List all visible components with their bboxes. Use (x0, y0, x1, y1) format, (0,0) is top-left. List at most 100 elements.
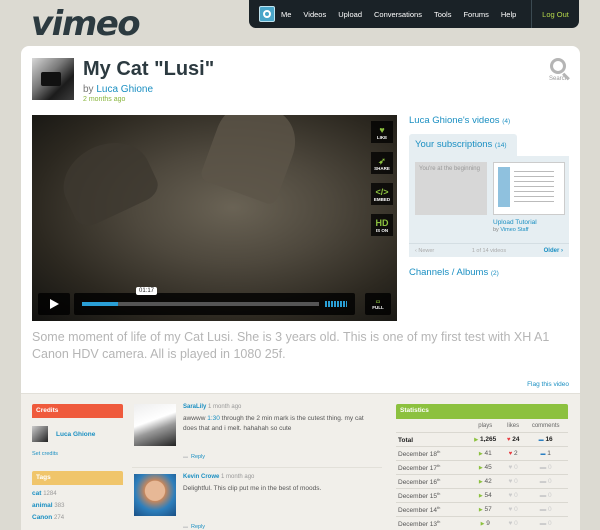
subscription-thumbnail[interactable] (493, 162, 565, 215)
fullscreen-button[interactable]: ▭ FULL (365, 293, 391, 315)
fullscreen-label: FULL (372, 304, 384, 310)
comment-text: Delightful. This clip put me in the best… (183, 484, 379, 494)
author-portrait[interactable] (32, 58, 74, 100)
tag-link[interactable]: cat (32, 490, 41, 497)
play-icon: ▶ (474, 437, 479, 443)
channels-albums-link[interactable]: Channels / Albums (2) (409, 267, 569, 278)
stats-comments: ▬ 1 (523, 446, 568, 461)
stats-date: December 18th (396, 446, 468, 461)
hd-label: HD (375, 217, 389, 228)
comment-text-part: Delightful. This clip put me in the best… (183, 485, 322, 492)
embed-icon: </> (375, 186, 389, 197)
credit-avatar[interactable] (32, 426, 48, 442)
play-icon: ▶ (478, 507, 483, 513)
subscriptions-carousel: You're at the beginning Upload Tutorial … (409, 156, 569, 257)
tags-panel: Tags cat 1284 animal 383 Canon 274 (32, 471, 123, 521)
comment-icon: ▬ (540, 451, 546, 457)
author-videos-label: Luca Ghione's videos (409, 115, 500, 126)
subscription-owner-link[interactable]: Vimeo Staff (500, 227, 528, 233)
statistics-table: plays likes comments Total ▶ 1,265 ♥ 24 ▬ 1… (396, 421, 568, 530)
comment-meta: Kevin Crowe 1 month ago (183, 474, 254, 480)
channels-label: Channels / Albums (409, 267, 489, 278)
stats-plays: ▶ 9 (467, 516, 503, 530)
heart-icon: ♥ (508, 451, 513, 457)
author-videos-link[interactable]: Luca Ghione's videos (4) (409, 115, 569, 126)
nav-help[interactable]: Help (501, 10, 516, 19)
newer-button[interactable]: ‹ Newer (415, 248, 434, 254)
older-button[interactable]: Older › (544, 248, 563, 254)
stats-comments: ▬ 0 (523, 488, 568, 503)
play-icon: ▶ (478, 451, 483, 457)
credit-name-link[interactable]: Luca Ghione (56, 431, 95, 438)
stats-plays: ▶ 54 (467, 488, 503, 503)
share-button[interactable]: ➶ SHARE (371, 152, 393, 174)
logout-link[interactable]: Log Out (531, 0, 579, 28)
play-button[interactable] (38, 293, 70, 315)
stats-plays: ▶ 45 (467, 460, 503, 475)
details-section: Credits Luca Ghione Set credits Tags cat… (21, 393, 580, 530)
like-label: LIKE (376, 134, 388, 140)
subscriptions-tab[interactable]: Your subscriptions (14) (409, 134, 517, 156)
set-credits-link[interactable]: Set credits (32, 451, 123, 457)
search-icon (550, 58, 567, 74)
timecode-link[interactable]: 1:30 (207, 415, 220, 422)
reply-link[interactable]: Reply (183, 524, 205, 530)
stats-col-likes: likes (507, 423, 520, 429)
nav-conversations[interactable]: Conversations (374, 10, 422, 19)
seek-track[interactable] (82, 302, 319, 306)
comments-column: SaraLily 1 month ago awwww 1:30 through … (132, 404, 382, 530)
stats-date: December 16th (396, 474, 468, 489)
stats-row: December 14th ▶ 57 ♥ 0 ▬ 0 (396, 502, 568, 517)
author-link[interactable]: Luca Ghione (96, 84, 153, 95)
nav-upload[interactable]: Upload (338, 10, 362, 19)
credits-header: Credits (32, 404, 123, 418)
commenter-avatar[interactable] (134, 404, 176, 446)
video-page-card: My Cat "Lusi" by Luca Ghione 2 months ag… (21, 46, 580, 530)
related-sidebar: Luca Ghione's videos (4) Your subscripti… (409, 115, 569, 278)
stats-likes: ♥ 0 (502, 502, 524, 517)
tag-item: Canon 274 (32, 514, 123, 521)
commenter-link[interactable]: SaraLily (183, 404, 206, 410)
comment-text-part: awwww (183, 415, 208, 422)
tag-link[interactable]: animal (32, 502, 53, 509)
comment-icon: ▬ (539, 464, 547, 471)
video-player[interactable]: ♥ LIKE ➶ SHARE </> EMBED HD IS ON 01:17 ▭ FUL… (32, 115, 397, 321)
share-icon: ➶ (378, 155, 386, 166)
comment-item: SaraLily 1 month ago awwww 1:30 through … (132, 404, 382, 468)
carousel-start-notice: You're at the beginning (415, 162, 487, 215)
top-nav: Me Videos Upload Conversations Tools For… (249, 0, 579, 28)
search-button[interactable]: Search (549, 58, 568, 82)
stats-plays: ▶ 1,265 (467, 432, 503, 447)
stats-likes: ♥ 0 (502, 474, 524, 489)
nav-me[interactable]: Me (281, 10, 291, 19)
nav-tools[interactable]: Tools (434, 10, 452, 19)
comment-icon: ▬ (538, 437, 544, 443)
subscription-title[interactable]: Upload Tutorial (493, 219, 537, 226)
statistics-rows: Total ▶ 1,265 ♥ 24 ▬ 16 December 18th ▶ 41 ♥ 2… (396, 432, 568, 530)
vimeo-logo[interactable]: vimeo (31, 4, 141, 44)
commenter-avatar[interactable] (134, 474, 176, 516)
flag-video-link[interactable]: Flag this video (527, 381, 569, 388)
statistics-header: Statistics (396, 404, 568, 419)
like-button[interactable]: ♥ LIKE (371, 121, 393, 143)
share-label: SHARE (374, 165, 390, 171)
comment-icon: ▬ (539, 492, 547, 499)
stats-date: Total (396, 432, 468, 447)
reply-link[interactable]: Reply (183, 454, 205, 460)
embed-button[interactable]: </> EMBED (371, 183, 393, 205)
hd-button[interactable]: HD IS ON (371, 214, 393, 236)
stats-row: December 16th ▶ 42 ♥ 0 ▬ 0 (396, 474, 568, 489)
nav-videos[interactable]: Videos (303, 10, 326, 19)
stats-likes: ♥ 2 (502, 446, 524, 461)
tag-link[interactable]: Canon (32, 514, 52, 521)
volume-control[interactable] (325, 301, 347, 307)
user-avatar-icon[interactable] (259, 6, 275, 22)
stats-date: December 17th (396, 460, 468, 475)
stats-row: December 18th ▶ 41 ♥ 2 ▬ 1 (396, 446, 568, 461)
stats-comments: ▬ 0 (523, 460, 568, 475)
hd-status: IS ON (375, 227, 389, 233)
commenter-link[interactable]: Kevin Crowe (183, 474, 219, 480)
by-label: by (83, 84, 94, 95)
nav-forums[interactable]: Forums (463, 10, 488, 19)
progress-bar[interactable]: 01:17 (74, 287, 355, 315)
